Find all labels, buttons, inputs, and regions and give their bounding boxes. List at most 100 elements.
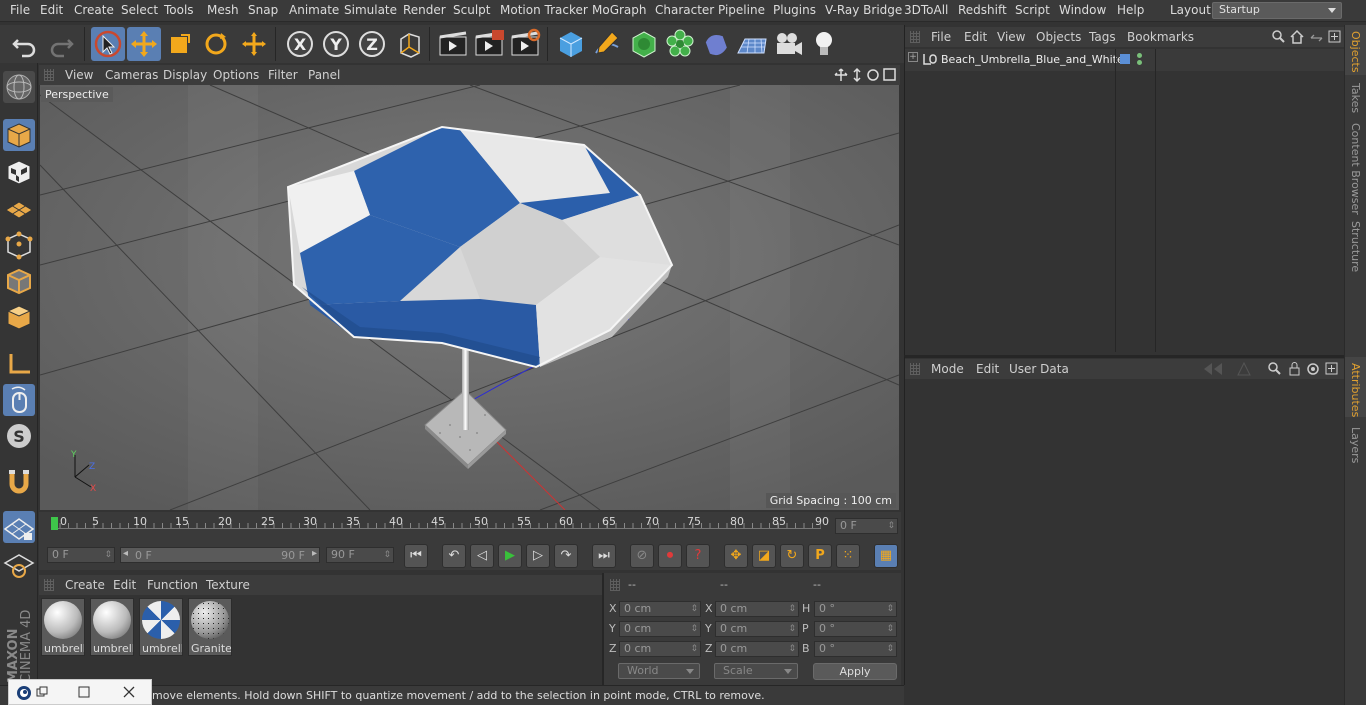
viewport-3d[interactable]: Y Z X Perspective Grid Spacing : 100 cm: [40, 85, 899, 510]
object-row[interactable]: + Beach_Umbrella_Blue_and_White: [905, 49, 1344, 71]
key-parameter-button[interactable]: P: [808, 544, 832, 568]
record-keys-button[interactable]: ⊘: [630, 544, 654, 568]
viewport-menu-filter[interactable]: Filter: [268, 68, 298, 82]
render-picture-viewer-button[interactable]: [472, 27, 506, 61]
preview-range-slider[interactable]: ◂ 0 F 90 F ▸: [120, 547, 320, 563]
polygons-mode-button[interactable]: [3, 301, 35, 333]
axis-mode-button[interactable]: [3, 348, 35, 380]
cloner-button[interactable]: [663, 27, 697, 61]
size-z-field[interactable]: 0 cm: [715, 641, 799, 657]
menu-script[interactable]: Script: [1015, 3, 1050, 17]
timeline-ruler[interactable]: 0 5 10 15 20 25 30 35 40 45 50 55 60 65 …: [39, 512, 901, 542]
objects-menu-bookmarks[interactable]: Bookmarks: [1127, 30, 1194, 44]
attributes-menu-mode[interactable]: Mode: [931, 362, 964, 376]
live-selection-button[interactable]: [91, 27, 125, 61]
locked-workplane-button[interactable]: [3, 549, 35, 581]
tab-takes[interactable]: Takes: [1349, 83, 1362, 113]
menu-3dtoall[interactable]: 3DToAll: [904, 3, 948, 17]
objects-menu-file[interactable]: File: [931, 30, 951, 44]
object-name[interactable]: Beach_Umbrella_Blue_and_White: [941, 53, 1124, 66]
menu-create[interactable]: Create: [74, 3, 114, 17]
key-scale-button[interactable]: ◪: [752, 544, 776, 568]
menu-select[interactable]: Select: [121, 3, 158, 17]
menu-help[interactable]: Help: [1117, 3, 1144, 17]
rotation-b-field[interactable]: 0 °: [814, 641, 897, 657]
redo-button[interactable]: [44, 27, 78, 61]
menu-sculpt[interactable]: Sculpt: [453, 3, 490, 17]
material-swatch[interactable]: umbrella: [90, 598, 134, 656]
playhead[interactable]: [51, 517, 58, 530]
key-pla-button[interactable]: ⁙: [836, 544, 860, 568]
maximize-icon[interactable]: [78, 686, 90, 698]
perspective-scene[interactable]: Y Z X: [40, 85, 899, 510]
layer-color-swatch[interactable]: [1120, 54, 1130, 64]
menu-render[interactable]: Render: [403, 3, 446, 17]
attributes-menu-edit[interactable]: Edit: [976, 362, 999, 376]
menu-edit[interactable]: Edit: [40, 3, 63, 17]
rotation-h-field[interactable]: 0 °: [814, 601, 897, 617]
pen-spline-button[interactable]: [590, 27, 624, 61]
deformer-button[interactable]: [699, 27, 733, 61]
tweak-mode-button[interactable]: [3, 384, 35, 416]
snap-toggle-button[interactable]: [3, 466, 35, 498]
key-position-button[interactable]: ✥: [724, 544, 748, 568]
workplane-lock-button[interactable]: [3, 511, 35, 543]
play-button[interactable]: ▶: [498, 544, 522, 568]
menu-plugins[interactable]: Plugins: [773, 3, 816, 17]
rotate-tool-button[interactable]: [199, 27, 233, 61]
move-tool-button[interactable]: [127, 27, 161, 61]
menu-vray-bridge[interactable]: V-Ray Bridge: [825, 3, 902, 17]
menu-simulate[interactable]: Simulate: [344, 3, 397, 17]
viewport-menu-options[interactable]: Options: [213, 68, 259, 82]
editor-visibility-dot[interactable]: [1137, 53, 1142, 58]
preview-start-field[interactable]: 0 F: [47, 547, 115, 563]
previous-key-button[interactable]: ↶: [442, 544, 466, 568]
go-to-end-button[interactable]: ⏭: [592, 544, 616, 568]
objects-menu-tags[interactable]: Tags: [1089, 30, 1116, 44]
restore-icon[interactable]: [36, 686, 48, 698]
menu-motion-tracker[interactable]: Motion Tracker: [500, 3, 588, 17]
go-to-start-button[interactable]: ⏮: [404, 544, 428, 568]
light-button[interactable]: [807, 27, 841, 61]
next-frame-button[interactable]: ▷: [526, 544, 550, 568]
minimized-window-bar[interactable]: [8, 679, 152, 705]
material-swatch[interactable]: Granite_: [188, 598, 232, 656]
keyframe-selection-button[interactable]: ?: [686, 544, 710, 568]
position-x-field[interactable]: 0 cm: [619, 601, 701, 617]
subdivision-surface-button[interactable]: [627, 27, 661, 61]
coordinate-system-button[interactable]: [392, 27, 426, 61]
position-y-field[interactable]: 0 cm: [619, 621, 701, 637]
model-mode-button[interactable]: [3, 119, 35, 151]
material-menu-function[interactable]: Function: [147, 578, 198, 592]
menu-tools[interactable]: Tools: [164, 3, 194, 17]
cube-primitive-button[interactable]: [554, 27, 588, 61]
points-mode-button[interactable]: [3, 229, 35, 261]
menu-animate[interactable]: Animate: [289, 3, 339, 17]
material-menu-edit[interactable]: Edit: [113, 578, 136, 592]
workplane-button[interactable]: [3, 192, 35, 224]
layout-dropdown[interactable]: Startup: [1212, 2, 1342, 19]
menu-mesh[interactable]: Mesh: [207, 3, 239, 17]
undo-button[interactable]: [8, 27, 42, 61]
expand-icon[interactable]: +: [908, 52, 918, 62]
coordinate-mode-dropdown[interactable]: Scale: [714, 663, 798, 679]
menu-mograph[interactable]: MoGraph: [592, 3, 647, 17]
objects-toolbar-icons[interactable]: [1270, 29, 1342, 45]
menu-pipeline[interactable]: Pipeline: [718, 3, 765, 17]
current-frame-field[interactable]: 0 F: [835, 518, 898, 534]
position-z-field[interactable]: 0 cm: [619, 641, 701, 657]
menu-window[interactable]: Window: [1059, 3, 1106, 17]
floor-button[interactable]: [735, 27, 769, 61]
viewport-menu-panel[interactable]: Panel: [308, 68, 340, 82]
material-menu-create[interactable]: Create: [65, 578, 105, 592]
viewport-menu-display[interactable]: Display: [163, 68, 207, 82]
scale-tool-button[interactable]: [163, 27, 197, 61]
attributes-menu-user-data[interactable]: User Data: [1009, 362, 1069, 376]
x-axis-lock-button[interactable]: X: [283, 27, 317, 61]
menu-character[interactable]: Character: [655, 3, 714, 17]
render-settings-button[interactable]: [508, 27, 542, 61]
menu-redshift[interactable]: Redshift: [958, 3, 1007, 17]
objects-menu-edit[interactable]: Edit: [964, 30, 987, 44]
objects-menu-objects[interactable]: Objects: [1036, 30, 1081, 44]
previous-frame-button[interactable]: ◁: [470, 544, 494, 568]
